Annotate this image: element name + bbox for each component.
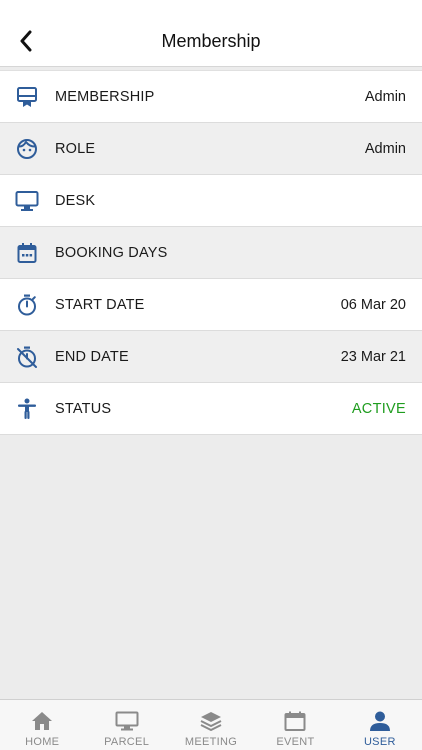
row-booking-days: BOOKING DAYS	[0, 227, 422, 279]
row-value: Admin	[364, 140, 406, 157]
layers-icon	[199, 710, 223, 732]
timer-off-icon	[15, 345, 39, 369]
row-label: ROLE	[55, 140, 96, 157]
row-desk: DESK	[0, 175, 422, 227]
row-label: END DATE	[55, 348, 129, 365]
tab-label: EVENT	[276, 736, 315, 748]
row-status: STATUS ACTIVE	[0, 383, 422, 435]
tab-label: MEETING	[184, 736, 238, 748]
row-end-date: END DATE 23 Mar 21	[0, 331, 422, 383]
person-icon	[15, 397, 39, 421]
home-icon	[30, 710, 54, 732]
calendar-icon	[283, 710, 307, 732]
row-value: 06 Mar 20	[340, 296, 406, 313]
face-icon	[15, 137, 39, 161]
status-badge: ACTIVE	[351, 400, 406, 417]
header-bar: Membership	[0, 0, 422, 67]
tab-label: PARCEL	[104, 736, 150, 748]
row-label: DESK	[55, 192, 96, 209]
monitor-icon	[15, 189, 39, 213]
monitor-icon	[115, 710, 139, 732]
tab-user[interactable]: USER	[338, 700, 422, 750]
row-label: START DATE	[55, 296, 145, 313]
tab-parcel[interactable]: PARCEL	[84, 700, 168, 750]
user-icon	[368, 710, 392, 732]
tab-meeting[interactable]: MEETING	[169, 700, 253, 750]
row-label: STATUS	[55, 400, 112, 417]
card-icon	[15, 85, 39, 109]
row-label: BOOKING DAYS	[55, 244, 168, 261]
page-title: Membership	[161, 31, 261, 51]
tab-label: USER	[363, 736, 396, 748]
membership-list: MEMBERSHIP Admin ROLE Admin DESK BOOKING…	[0, 70, 422, 435]
tab-event[interactable]: EVENT	[253, 700, 337, 750]
row-membership: MEMBERSHIP Admin	[0, 71, 422, 123]
row-value: Admin	[364, 88, 406, 105]
row-label: MEMBERSHIP	[55, 88, 155, 105]
stopwatch-icon	[15, 293, 39, 317]
bottom-tab-bar: HOME PARCEL MEETING EVENT USER	[0, 699, 422, 750]
row-role: ROLE Admin	[0, 123, 422, 175]
tab-home[interactable]: HOME	[0, 700, 84, 750]
tab-label: HOME	[25, 736, 60, 748]
row-value: 23 Mar 21	[340, 348, 406, 365]
row-start-date: START DATE 06 Mar 20	[0, 279, 422, 331]
calendar-icon	[15, 241, 39, 265]
